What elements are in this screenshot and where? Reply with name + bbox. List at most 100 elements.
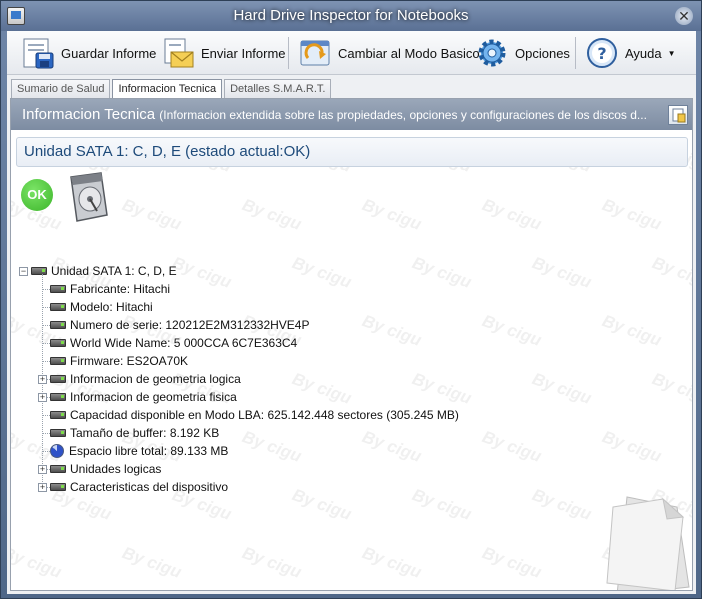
watermark-text: By cigu [529, 369, 594, 408]
switch-mode-icon [300, 40, 330, 66]
section-header: Informacion Tecnica (Informacion extendi… [11, 99, 692, 130]
basic-mode-label: Cambiar al Modo Basico [338, 45, 480, 61]
watermark-text: By cigu [529, 485, 594, 524]
basic-mode-button[interactable]: Cambiar al Modo Basico [294, 34, 484, 72]
watermark-text: By cigu [649, 253, 693, 292]
client-area: Guardar Informe Enviar Informe Cambiar a… [7, 31, 696, 594]
help-icon: ? [587, 38, 617, 68]
expand-icon[interactable]: + [38, 374, 47, 384]
watermark-text: By cigu [289, 369, 354, 408]
chevron-down-icon: ▼ [667, 48, 676, 58]
expand-icon[interactable]: + [38, 392, 47, 402]
watermark-text: By cigu [599, 311, 664, 350]
save-report-icon [23, 38, 54, 69]
expand-icon[interactable]: + [38, 464, 47, 474]
tree-item-label: Tamaño de buffer: 8.192 KB [70, 426, 220, 440]
collapse-icon[interactable]: − [19, 266, 28, 276]
watermark-text: By cigu [529, 253, 594, 292]
save-report-label: Guardar Informe [61, 45, 157, 61]
send-report-icon [164, 38, 194, 68]
gear-icon [478, 39, 506, 67]
drive-icon [50, 465, 66, 473]
tree-item[interactable]: Espacio libre total: 89.133 MB [50, 442, 228, 460]
tree-branch-line [42, 343, 50, 344]
drive-icon [50, 483, 66, 491]
tree-branch-line [42, 361, 50, 362]
help-button[interactable]: ? Ayuda ▼ [581, 34, 680, 72]
tree-item-label: Espacio libre total: 89.133 MB [69, 444, 229, 458]
tree-item[interactable]: + Informacion de geometria logica [38, 370, 241, 388]
toolbar: Guardar Informe Enviar Informe Cambiar a… [7, 31, 696, 75]
watermark-text: By cigu [119, 195, 184, 234]
drive-icon [50, 339, 66, 347]
drive-icon [50, 357, 66, 365]
tree-item[interactable]: Fabricante: Hitachi [50, 280, 170, 298]
app-window: Hard Drive Inspector for Notebooks ✕ Gua… [0, 0, 702, 599]
status-badge: OK [21, 179, 53, 211]
tree-item[interactable]: Firmware: ES2OA70K [50, 352, 188, 370]
tree-branch-line [42, 325, 50, 326]
drive-icon [50, 321, 66, 329]
tree-item[interactable]: + Caracteristicas del dispositivo [38, 478, 228, 496]
tree-branch-line [42, 415, 50, 416]
expand-icon[interactable]: + [38, 482, 47, 492]
svg-text:?: ? [597, 44, 606, 63]
header-title-text: Informacion Tecnica [22, 106, 156, 123]
watermark-text: By cigu [359, 311, 424, 350]
save-report-button[interactable]: Guardar Informe [17, 34, 160, 72]
drive-icon [50, 375, 66, 383]
tree-branch-line [42, 451, 50, 452]
close-button[interactable]: ✕ [675, 7, 693, 25]
tree-item-label: Unidades logicas [70, 462, 162, 476]
watermark-text: By cigu [409, 253, 474, 292]
watermark-text: By cigu [359, 427, 424, 466]
watermark-text: By cigu [119, 543, 184, 582]
tab-health-summary[interactable]: Sumario de Salud [11, 79, 111, 99]
watermark-text: By cigu [359, 195, 424, 234]
tree-item-label: Firmware: ES2OA70K [70, 354, 189, 368]
tree-item-label: Informacion de geometria fisica [70, 390, 237, 404]
watermark-text: By cigu [289, 485, 354, 524]
tree-item[interactable]: + Unidades logicas [38, 460, 161, 478]
drive-icon [31, 267, 47, 275]
pie-chart-icon [50, 444, 64, 458]
info-icon[interactable] [668, 105, 688, 125]
tree-item[interactable]: Numero de serie: 120212E2M312332HVE4P [50, 316, 309, 334]
tree-item[interactable]: Tamaño de buffer: 8.192 KB [50, 424, 219, 442]
watermark-text: By cigu [599, 195, 664, 234]
watermark-text: By cigu [239, 543, 304, 582]
watermark-text: By cigu [239, 195, 304, 234]
watermark-text: By cigu [479, 311, 544, 350]
tree-item-label: Informacion de geometria logica [70, 372, 241, 386]
title-bar[interactable]: Hard Drive Inspector for Notebooks ✕ [1, 1, 701, 31]
send-report-label: Enviar Informe [201, 45, 286, 61]
tree-branch-line [42, 307, 50, 308]
tab-smart-details[interactable]: Detalles S.M.A.R.T. [224, 79, 332, 99]
drive-section-title: Unidad SATA 1: C, D, E (estado actual:OK… [24, 143, 311, 160]
watermark-text: By cigu [359, 543, 424, 582]
watermark-text: By cigu [10, 543, 64, 582]
window-title: Hard Drive Inspector for Notebooks [233, 7, 469, 24]
toolbar-separator [288, 37, 289, 69]
tab-technical-info[interactable]: Informacion Tecnica [112, 79, 223, 100]
watermark-text: By cigu [409, 485, 474, 524]
watermark-text: By cigu [479, 427, 544, 466]
tree-item[interactable]: + Informacion de geometria fisica [38, 388, 237, 406]
toolbar-separator [575, 37, 576, 69]
options-label: Opciones [515, 45, 570, 61]
content-panel: By cigu By cigu By cigu By cigu By cigu By ci… [10, 98, 693, 591]
tab-bar: Sumario de Salud Informacion Tecnica Det… [11, 79, 332, 100]
tree-item[interactable]: World Wide Name: 5 000CCA 6C7E363C4 [50, 334, 297, 352]
send-report-button[interactable]: Enviar Informe [157, 34, 290, 72]
tree-item-label: Caracteristicas del dispositivo [70, 480, 229, 494]
watermark-text: By cigu [479, 195, 544, 234]
header-description: (Informacion extendida sobre las propied… [159, 108, 647, 122]
help-label: Ayuda [625, 45, 662, 61]
info-icon-graphic [672, 108, 686, 123]
tree-item[interactable]: Capacidad disponible en Modo LBA: 625.14… [50, 406, 459, 424]
tree-item[interactable]: Modelo: Hitachi [50, 298, 153, 316]
options-button[interactable]: Opciones [471, 34, 574, 72]
tree-item-label: Fabricante: Hitachi [70, 282, 171, 296]
drive-icon [50, 429, 66, 437]
watermark-text: By cigu [169, 253, 234, 292]
